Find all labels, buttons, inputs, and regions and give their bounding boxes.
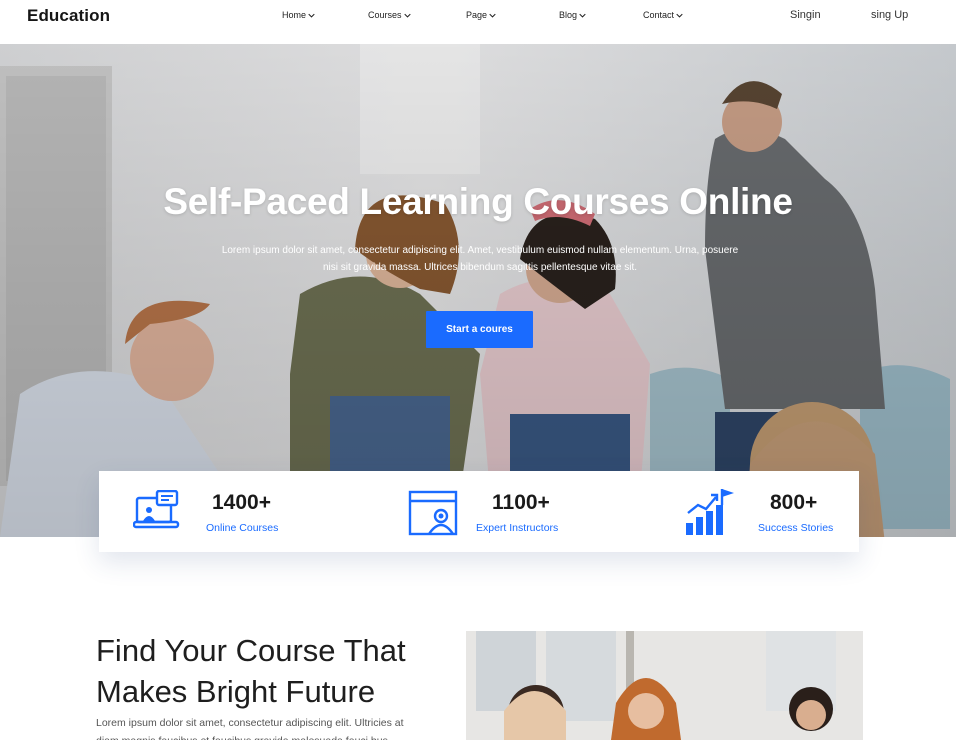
hero-subtitle-line: Lorem ipsum dolor sit amet, consectetur …: [221, 245, 739, 256]
section-title-line: Find Your Course That: [96, 633, 406, 668]
section-photo: [466, 631, 863, 740]
nav-home-label: Home: [282, 10, 307, 20]
top-navbar: Education Home Courses Page Blog Contact…: [0, 0, 956, 44]
instructor-icon: [408, 490, 458, 536]
chevron-down-icon: [403, 13, 411, 18]
hero-section: Self-Paced Learning Courses Online Lorem…: [0, 44, 956, 537]
stat-number: 1100+: [492, 491, 550, 514]
start-course-button[interactable]: Start a coures: [426, 311, 533, 348]
hero-subtitle: Lorem ipsum dolor sit amet, consectetur …: [185, 242, 775, 276]
stat-label: Online Courses: [206, 522, 279, 534]
nav-courses-label: Courses: [368, 10, 402, 20]
section-body: Lorem ipsum dolor sit amet, consectetur …: [96, 714, 436, 740]
section-title-line: Makes Bright Future: [96, 674, 376, 709]
hero-subtitle-line: nisi sit gravida massa. Ultrices bibendu…: [322, 262, 638, 273]
stats-card: 1400+ Online Courses 1100+ Expert Instru…: [99, 471, 859, 552]
hero-title: Self-Paced Learning Courses Online: [163, 181, 793, 222]
stat-label: Success Stories: [758, 522, 834, 534]
section-title: Find Your Course That Makes Bright Futur…: [96, 630, 456, 712]
nav-blog-label: Blog: [559, 10, 578, 20]
nav-blog[interactable]: Blog: [559, 10, 586, 20]
nav-contact[interactable]: Contact: [643, 10, 683, 20]
chevron-down-icon: [579, 13, 586, 18]
nav-page[interactable]: Page: [466, 10, 496, 20]
students-photo: [466, 631, 863, 740]
section-body-line: diam magnis faucibus et faucibus gravida…: [96, 732, 436, 740]
nav-courses[interactable]: Courses: [368, 10, 411, 20]
stat-number: 1400+: [212, 491, 271, 514]
online-course-icon: [133, 490, 180, 529]
nav-page-label: Page: [466, 10, 488, 20]
chevron-down-icon: [676, 13, 683, 18]
nav-contact-label: Contact: [643, 10, 675, 20]
hero-background-photo: [0, 44, 956, 537]
stat-label: Expert Instructors: [476, 522, 559, 534]
growth-chart-icon: [686, 489, 734, 535]
stat-number: 800+: [770, 491, 818, 514]
signin-link[interactable]: Singin: [790, 9, 821, 21]
chevron-down-icon: [489, 13, 496, 18]
brand-logo[interactable]: Education: [27, 6, 110, 26]
signup-link[interactable]: sing Up: [871, 9, 908, 21]
chevron-down-icon: [308, 13, 315, 18]
section-body-line: Lorem ipsum dolor sit amet, consectetur …: [96, 717, 404, 729]
nav-home[interactable]: Home: [282, 10, 315, 20]
